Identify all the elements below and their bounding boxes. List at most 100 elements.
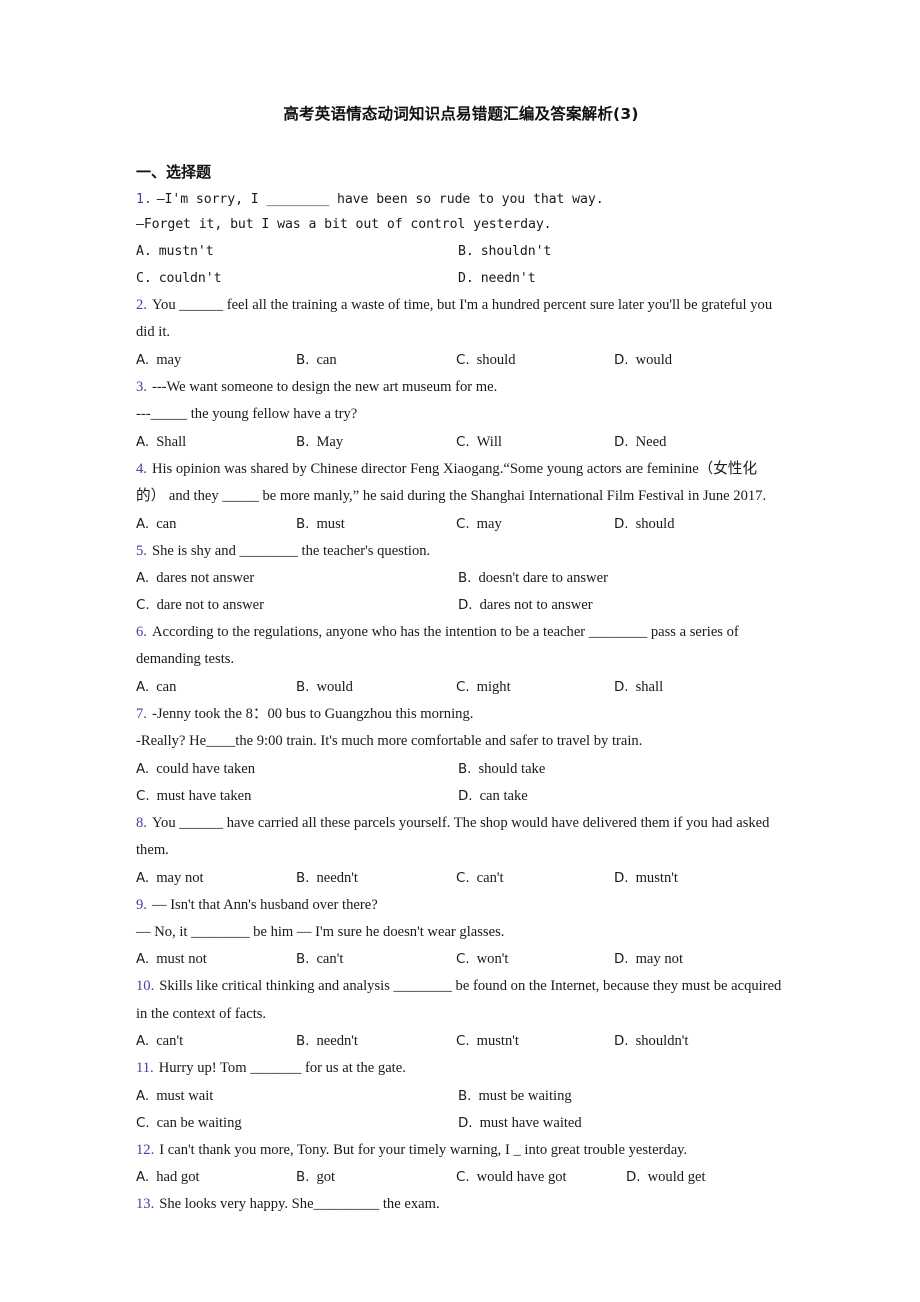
- answer-option[interactable]: D. dares not to answer: [458, 592, 593, 619]
- option-letter: D.: [614, 516, 629, 532]
- option-row: C. dare not to answer D. dares not to answe…: [136, 592, 786, 619]
- answer-option[interactable]: A. had got: [136, 1164, 200, 1191]
- option-text: can: [156, 515, 177, 532]
- answer-option[interactable]: D. may not: [614, 946, 683, 973]
- answer-option[interactable]: B. doesn't dare to answer: [458, 565, 608, 592]
- answer-option[interactable]: A. mustn't: [136, 238, 214, 265]
- question-stem: 11. Hurry up! Tom _______ for us at the g…: [136, 1055, 786, 1082]
- option-letter: C.: [456, 679, 470, 695]
- option-text: can't: [316, 951, 344, 968]
- question-number: 1.: [136, 192, 152, 208]
- document-content: 高考英语情态动词知识点易错题汇编及答案解析(3) 一、选择题 1. —I'm so…: [136, 104, 786, 1218]
- question-block: 9. — Isn't that Ann's husband over there?…: [136, 892, 786, 974]
- answer-option[interactable]: A. must wait: [136, 1083, 213, 1110]
- option-letter: D.: [458, 1115, 473, 1131]
- answer-option[interactable]: C. won't: [456, 946, 508, 973]
- answer-option[interactable]: C. couldn't: [136, 265, 222, 292]
- question-stem: 7. -Jenny took the 8：00 bus to Guangzhou …: [136, 701, 786, 728]
- answer-option[interactable]: B. shouldn't: [458, 238, 551, 265]
- option-letter: C.: [136, 597, 150, 613]
- option-letter: A.: [136, 434, 150, 450]
- section-heading: 一、选择题: [136, 163, 212, 182]
- answer-option[interactable]: A. must not: [136, 946, 207, 973]
- answer-option[interactable]: B. May: [296, 429, 343, 456]
- option-text: got: [316, 1169, 336, 1186]
- answer-option[interactable]: D. mustn't: [614, 865, 678, 892]
- answer-option[interactable]: D. would: [614, 347, 672, 374]
- answer-option[interactable]: B. can't: [296, 946, 343, 973]
- option-letter: B.: [458, 761, 472, 777]
- question-block: 13. She looks very happy. She_________ th…: [136, 1191, 786, 1218]
- answer-option[interactable]: B. must: [296, 511, 345, 538]
- option-text: must have taken: [156, 787, 252, 804]
- answer-option[interactable]: C. can be waiting: [136, 1110, 242, 1137]
- question-number: 11.: [136, 1060, 154, 1077]
- option-group: A. must not B. can't C. won't D. may not: [136, 946, 786, 973]
- option-letter: B.: [296, 434, 310, 450]
- option-text: can: [156, 678, 177, 695]
- option-letter: A.: [136, 1034, 150, 1050]
- option-row: C. couldn't D. needn't: [136, 265, 786, 292]
- option-text: may not: [635, 951, 684, 968]
- option-text: would: [316, 678, 353, 695]
- answer-option[interactable]: B. got: [296, 1164, 335, 1191]
- answer-option[interactable]: B. needn't: [296, 865, 358, 892]
- question-number: 5.: [136, 542, 147, 559]
- answer-option[interactable]: C. may: [456, 511, 502, 538]
- option-letter: C.: [456, 434, 470, 450]
- option-text: Will: [476, 433, 502, 450]
- question-text: — No, it ________ be him — I'm sure he d…: [136, 923, 505, 940]
- option-text: shall: [635, 678, 664, 695]
- answer-option[interactable]: A. dares not answer: [136, 565, 254, 592]
- answer-option[interactable]: D. Need: [614, 429, 666, 456]
- answer-option[interactable]: B. must be waiting: [458, 1083, 572, 1110]
- question-stem: 13. She looks very happy. She_________ th…: [136, 1191, 786, 1218]
- answer-option[interactable]: D. can take: [458, 783, 528, 810]
- option-letter: C.: [136, 788, 150, 804]
- option-text: should take: [478, 760, 546, 777]
- answer-option[interactable]: D. would get: [626, 1164, 706, 1191]
- answer-option[interactable]: A. can't: [136, 1028, 183, 1055]
- option-text: can't: [156, 1033, 184, 1050]
- question-text: —I'm sorry, I ________ have been so rude…: [156, 192, 604, 208]
- question-number: 12.: [136, 1141, 155, 1158]
- answer-option[interactable]: C. would have got: [456, 1164, 567, 1191]
- option-text: should: [476, 351, 516, 368]
- answer-option[interactable]: B. needn't: [296, 1028, 358, 1055]
- answer-option[interactable]: B. would: [296, 674, 353, 701]
- answer-option[interactable]: D. needn't: [458, 265, 536, 292]
- option-text: needn't: [316, 1033, 358, 1050]
- answer-option[interactable]: C. can't: [456, 865, 504, 892]
- answer-option[interactable]: B. can: [296, 347, 337, 374]
- answer-option[interactable]: A. can: [136, 674, 176, 701]
- answer-option[interactable]: C. mustn't: [456, 1028, 519, 1055]
- answer-option[interactable]: C. dare not to answer: [136, 592, 264, 619]
- option-letter: C.: [136, 271, 152, 287]
- question-number: 4.: [136, 460, 147, 477]
- option-group: A. can B. must C. may D. should: [136, 511, 786, 538]
- answer-option[interactable]: C. Will: [456, 429, 502, 456]
- option-letter: C.: [456, 1170, 470, 1186]
- option-row: C. must have taken D. can take: [136, 783, 786, 810]
- option-group: A. can't B. needn't C. mustn't D. shouldn't: [136, 1028, 786, 1055]
- answer-option[interactable]: D. must have waited: [458, 1110, 582, 1137]
- answer-option[interactable]: C. should: [456, 347, 516, 374]
- option-letter: B.: [296, 679, 310, 695]
- answer-option[interactable]: B. should take: [458, 756, 545, 783]
- answer-option[interactable]: A. could have taken: [136, 756, 255, 783]
- answer-option[interactable]: C. might: [456, 674, 511, 701]
- option-text: doesn't dare to answer: [478, 569, 608, 586]
- question-number: 13.: [136, 1196, 155, 1213]
- option-letter: A.: [136, 952, 150, 968]
- answer-option[interactable]: A. may: [136, 347, 181, 374]
- answer-option[interactable]: A. may not: [136, 865, 204, 892]
- answer-option[interactable]: C. must have taken: [136, 783, 251, 810]
- answer-option[interactable]: D. should: [614, 511, 675, 538]
- answer-option[interactable]: A. Shall: [136, 429, 186, 456]
- option-text: should: [635, 515, 675, 532]
- answer-option[interactable]: D. shall: [614, 674, 663, 701]
- answer-option[interactable]: D. shouldn't: [614, 1028, 688, 1055]
- option-letter: B.: [458, 570, 472, 586]
- option-letter: D.: [458, 788, 473, 804]
- answer-option[interactable]: A. can: [136, 511, 176, 538]
